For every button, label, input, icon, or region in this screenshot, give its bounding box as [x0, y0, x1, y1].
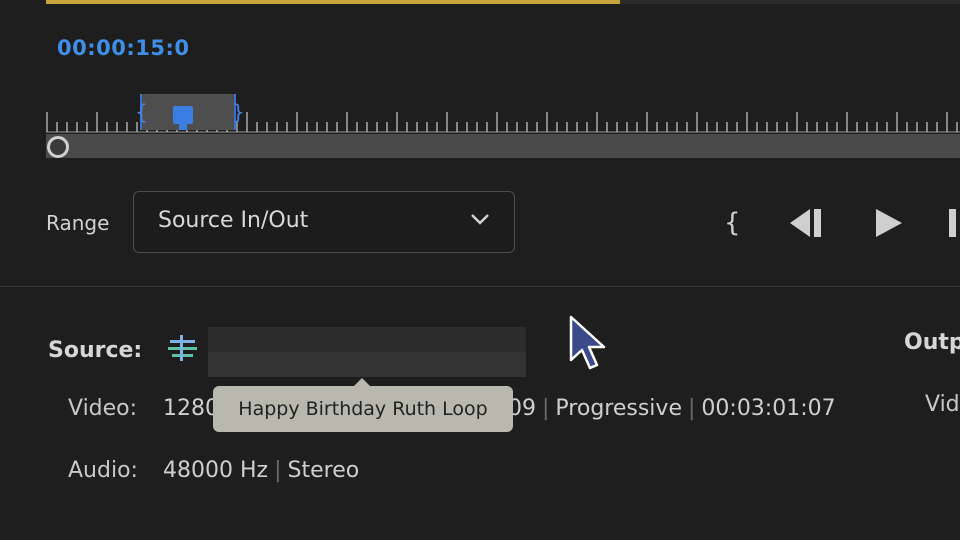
- output-label: Outp: [904, 330, 960, 355]
- video-info: 09 | Progressive | 00:03:01:07: [508, 396, 836, 421]
- svg-text:{: {: [724, 208, 740, 238]
- out-point-marker[interactable]: }: [232, 94, 245, 130]
- sequence-icon: [168, 335, 197, 361]
- video-resolution: 1280: [163, 396, 219, 421]
- audio-info: 48000 Hz | Stereo: [163, 458, 359, 483]
- chevron-down-icon: [471, 214, 489, 225]
- separator: |: [542, 396, 550, 421]
- audio-rate: 48000 Hz: [163, 458, 269, 483]
- step-back-icon[interactable]: [788, 207, 824, 239]
- source-label: Source:: [48, 338, 143, 363]
- source-name-tooltip: Happy Birthday Ruth Loop: [213, 386, 513, 432]
- separator: |: [274, 458, 282, 483]
- tooltip-arrow: [354, 378, 370, 386]
- video-thumbnail-dark: [620, 0, 960, 4]
- playhead-handle-tail: [179, 124, 187, 130]
- in-point-icon[interactable]: {: [720, 207, 740, 239]
- play-icon[interactable]: [872, 207, 904, 239]
- playhead-handle[interactable]: [173, 106, 193, 124]
- separator: |: [687, 396, 696, 421]
- video-label: Video:: [68, 396, 138, 421]
- audio-channels: Stereo: [287, 458, 360, 483]
- video-duration: 00:03:01:07: [701, 396, 836, 421]
- source-name-redacted: [208, 327, 526, 377]
- current-timecode[interactable]: 00:00:15:0: [57, 36, 189, 60]
- audio-label: Audio:: [68, 458, 138, 483]
- step-forward-icon[interactable]: [947, 207, 960, 239]
- range-dropdown[interactable]: Source In/Out: [133, 191, 515, 253]
- range-label: Range: [46, 211, 110, 235]
- scrub-knob[interactable]: [47, 136, 69, 158]
- section-divider: [0, 286, 960, 287]
- video-scan: Progressive: [555, 396, 682, 421]
- output-video-label: Vid: [925, 392, 960, 417]
- in-point-marker[interactable]: {: [135, 94, 148, 130]
- mouse-cursor-icon: [569, 315, 606, 370]
- range-dropdown-value: Source In/Out: [158, 208, 309, 233]
- scrub-bar[interactable]: [46, 134, 960, 158]
